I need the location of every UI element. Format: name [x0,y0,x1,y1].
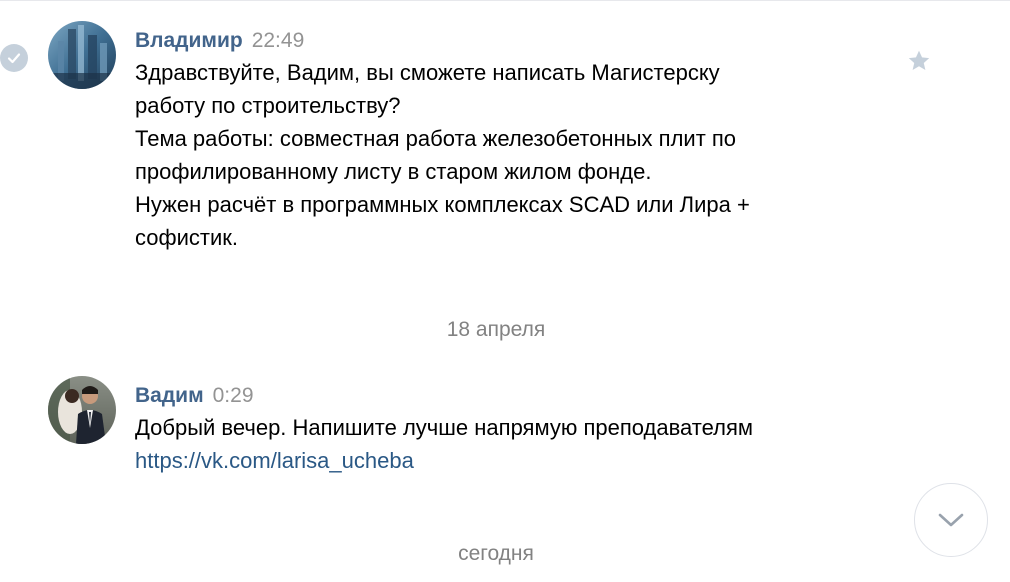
author-name[interactable]: Вадим [135,384,204,407]
message-text-line: Добрый вечер. Напишите лучше напрямую пр… [135,415,753,440]
avatar[interactable] [48,21,116,89]
message-time[interactable]: 0:29 [213,384,254,407]
message-text-line: Здравствуйте, Вадим, вы сможете написать… [135,60,720,85]
chevron-down-icon [938,513,964,527]
message-text-line: Тема работы: совместная работа железобет… [135,126,737,151]
scroll-down-button[interactable] [914,483,988,557]
message-time[interactable]: 22:49 [252,29,305,52]
chat-history: Владимир 22:49 Здравствуйте, Вадим, вы см… [0,0,1010,582]
date-separator: сегодня [458,542,534,565]
author-name[interactable]: Владимир [135,29,243,52]
message-text-line: Нужен расчёт в программных комплексах SC… [135,192,750,217]
check-icon[interactable] [0,44,28,72]
message-text-line: профилированному листу в старом жилом фо… [135,159,652,184]
avatar[interactable] [48,376,116,444]
message-text-line: работу по строительству? [135,93,401,118]
date-separator: 18 апреля [446,318,546,341]
star-icon[interactable] [906,48,932,74]
message-link[interactable]: https://vk.com/larisa_ucheba [135,448,414,473]
message-text-line: софистик. [135,225,238,250]
